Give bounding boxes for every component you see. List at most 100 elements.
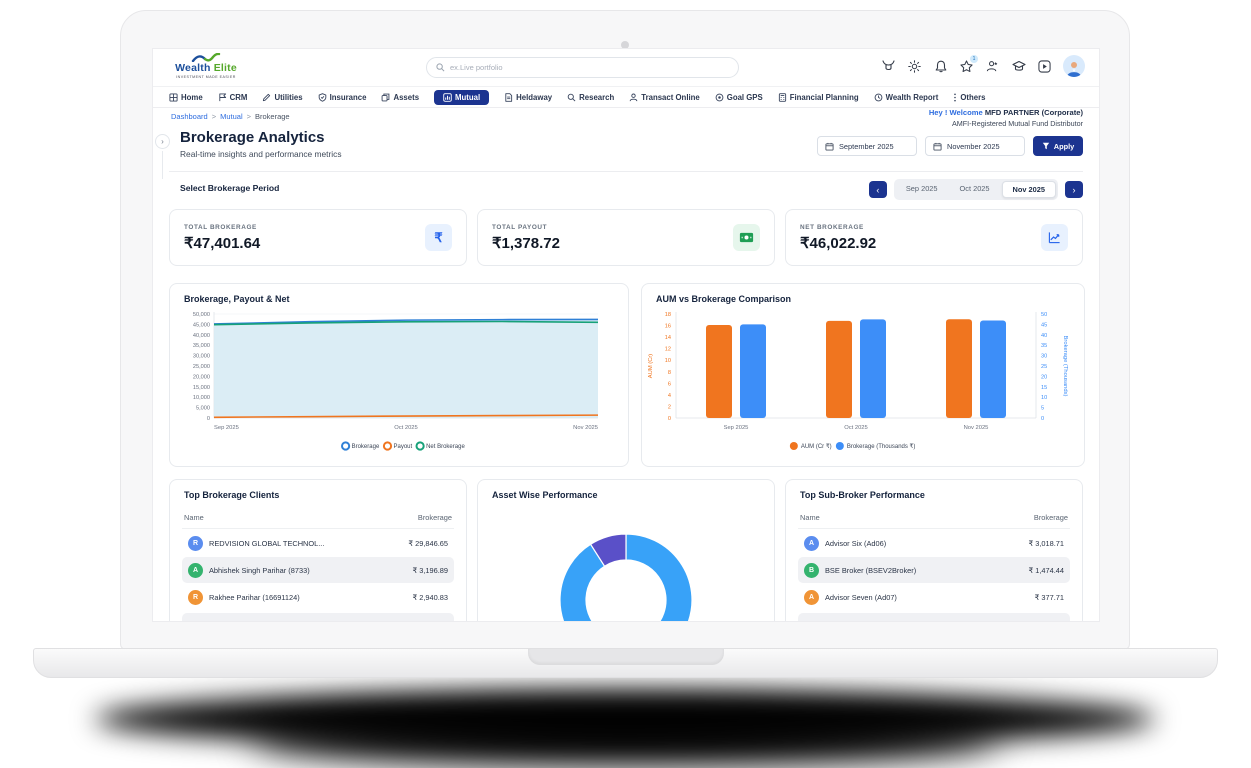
avatar: A xyxy=(804,590,819,605)
period-pill-sep[interactable]: Sep 2025 xyxy=(896,181,948,198)
brokerage-payout-net-area-chart: 05,00010,00015,00020,00025,00030,00035,0… xyxy=(170,306,610,458)
stat-label: TOTAL BROKERAGE xyxy=(184,224,260,231)
trend-chart-icon xyxy=(1041,224,1068,251)
table-row[interactable]: B BSE Broker (BSEV2Broker) ₹ 1,474.44 xyxy=(798,557,1070,583)
end-date-picker[interactable]: November 2025 xyxy=(925,136,1025,156)
card-title: Top Brokerage Clients xyxy=(170,480,466,502)
svg-text:18: 18 xyxy=(665,312,671,318)
pen-icon xyxy=(262,93,271,102)
svg-text:10: 10 xyxy=(1041,395,1047,401)
nav-item-goal-gps[interactable]: Goal GPS xyxy=(715,93,763,102)
target-icon xyxy=(715,93,724,102)
breadcrumb-dashboard[interactable]: Dashboard xyxy=(171,112,208,121)
nav-item-research[interactable]: Research xyxy=(567,93,614,102)
nav-item-crm[interactable]: CRM xyxy=(218,93,248,102)
svg-text:40: 40 xyxy=(1041,333,1047,339)
svg-text:8: 8 xyxy=(668,370,671,376)
stat-value: ₹47,401.64 xyxy=(184,234,260,252)
asset-wise-donut-chart xyxy=(478,502,774,622)
period-pill-oct[interactable]: Oct 2025 xyxy=(950,181,1000,198)
welcome-subtitle: AMFI-Registered Mutual Fund Distributor xyxy=(929,119,1083,128)
logo-tagline: INVESTMENT MADE EASIER xyxy=(171,75,241,79)
bull-market-icon[interactable] xyxy=(881,59,896,74)
period-selector-label: Select Brokerage Period xyxy=(180,183,279,193)
net-brokerage-card: NET BROKERAGE ₹46,022.92 xyxy=(785,209,1083,266)
period-pill-nov-selected[interactable]: Nov 2025 xyxy=(1002,181,1056,198)
nav-item-heldaway[interactable]: Heldaway xyxy=(504,93,552,102)
breadcrumb-separator: > xyxy=(212,112,216,121)
search-input[interactable] xyxy=(450,63,729,72)
breadcrumb-current: Brokerage xyxy=(255,112,290,121)
start-date-value: September 2025 xyxy=(839,142,894,151)
document-icon xyxy=(504,93,513,102)
svg-text:2: 2 xyxy=(668,404,671,410)
person-star-icon[interactable] xyxy=(985,59,1000,74)
sidebar-collapse-button[interactable]: › xyxy=(155,134,170,149)
mutual-chart-icon xyxy=(443,93,452,102)
svg-text:Oct 2025: Oct 2025 xyxy=(844,425,868,431)
filter-funnel-icon xyxy=(1042,142,1050,150)
clock-icon xyxy=(874,93,883,102)
period-next-button[interactable]: › xyxy=(1065,181,1083,198)
calculator-icon xyxy=(778,93,787,102)
avatar: B xyxy=(804,563,819,578)
star-icon[interactable]: 1 xyxy=(959,59,974,74)
svg-text:6: 6 xyxy=(668,381,671,387)
aum-vs-brokerage-bar-chart: 02468101214161805101520253035404550AUM (… xyxy=(642,306,1072,458)
logo-swoosh-icon xyxy=(191,53,221,62)
page-subtitle: Real-time insights and performance metri… xyxy=(180,149,342,159)
nav-item-financial-planning[interactable]: Financial Planning xyxy=(778,93,859,102)
notifications-bell-icon[interactable] xyxy=(933,59,948,74)
video-guide-icon[interactable] xyxy=(1037,59,1052,74)
main-navigation: Home CRM Utilities Insurance Assets Mutu… xyxy=(153,87,1099,108)
nav-item-insurance[interactable]: Insurance xyxy=(318,93,367,102)
table-row[interactable]: A Advisor Seven (Ad07) ₹ 377.71 xyxy=(798,584,1070,610)
nav-item-wealth-report[interactable]: Wealth Report xyxy=(874,93,939,102)
svg-text:Nov 2025: Nov 2025 xyxy=(573,425,598,431)
wealth-elite-logo[interactable]: Wealth Elite INVESTMENT MADE EASIER xyxy=(171,53,241,79)
magnifier-icon xyxy=(567,93,576,102)
page-title: Brokerage Analytics xyxy=(180,129,325,146)
laptop-base xyxy=(33,648,1218,678)
nav-item-utilities[interactable]: Utilities xyxy=(262,93,302,102)
table-row[interactable]: A Advisor Six (Ad06) ₹ 3,018.71 xyxy=(798,530,1070,556)
aum-vs-brokerage-chart-card: AUM vs Brokerage Comparison 024681012141… xyxy=(641,283,1085,467)
svg-text:Oct 2025: Oct 2025 xyxy=(394,425,418,431)
brightness-icon[interactable] xyxy=(907,59,922,74)
banknote-icon xyxy=(733,224,760,251)
title-divider-line xyxy=(162,151,163,179)
svg-text:30: 30 xyxy=(1041,354,1047,360)
svg-text:10,000: 10,000 xyxy=(193,395,210,401)
laptop-shadow-core xyxy=(250,712,1000,764)
nav-item-assets[interactable]: Assets xyxy=(381,93,419,102)
breadcrumb-mutual[interactable]: Mutual xyxy=(220,112,243,121)
svg-text:Sep 2025: Sep 2025 xyxy=(724,425,749,431)
brokerage-payout-net-chart-card: Brokerage, Payout & Net 05,00010,00015,0… xyxy=(169,283,629,467)
nav-item-transact-online[interactable]: Transact Online xyxy=(629,93,700,102)
apply-button[interactable]: Apply xyxy=(1033,136,1083,156)
svg-text:AUM (Cr ₹): AUM (Cr ₹) xyxy=(801,443,832,450)
svg-text:40,000: 40,000 xyxy=(193,333,210,339)
nav-item-home[interactable]: Home xyxy=(169,93,203,102)
table-row-partial xyxy=(182,613,454,622)
avatar: A xyxy=(804,536,819,551)
person-icon xyxy=(629,93,638,102)
table-header: Name Brokerage xyxy=(182,506,454,529)
table-row[interactable]: R REDVISION GLOBAL TECHNOL... ₹ 29,846.6… xyxy=(182,530,454,556)
table-row[interactable]: R Rakhee Parihar (16691124) ₹ 2,940.83 xyxy=(182,584,454,610)
chart-title: AUM vs Brokerage Comparison xyxy=(642,284,1084,306)
logo-word-elite: Elite xyxy=(214,62,237,74)
section-divider xyxy=(169,171,1083,172)
shield-icon xyxy=(318,93,327,102)
ellipsis-icon xyxy=(953,93,957,102)
start-date-picker[interactable]: September 2025 xyxy=(817,136,917,156)
user-avatar[interactable] xyxy=(1063,55,1085,77)
global-search[interactable] xyxy=(426,57,739,78)
education-cap-icon[interactable] xyxy=(1011,59,1026,74)
svg-text:10: 10 xyxy=(665,358,671,364)
nav-item-others[interactable]: Others xyxy=(953,93,985,102)
nav-item-mutual[interactable]: Mutual xyxy=(434,90,489,105)
svg-text:5: 5 xyxy=(1041,406,1044,412)
period-prev-button[interactable]: ‹ xyxy=(869,181,887,198)
table-row[interactable]: A Abhishek Singh Parihar (8733) ₹ 3,196.… xyxy=(182,557,454,583)
